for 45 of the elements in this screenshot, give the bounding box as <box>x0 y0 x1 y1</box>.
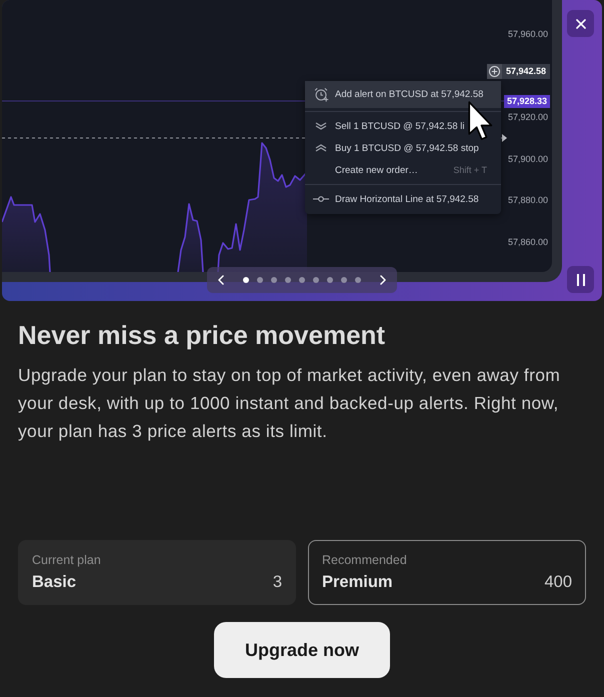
add-icon[interactable] <box>486 64 502 79</box>
page-dot[interactable] <box>243 277 249 283</box>
menu-item[interactable]: Add alert on BTCUSD at 57,942.58 <box>305 81 501 108</box>
page-dot[interactable] <box>327 277 333 283</box>
menu-item[interactable]: Sell 1 BTCUSD @ 57,942.58 li <box>305 115 501 137</box>
plan-name: Basic <box>32 572 76 593</box>
horizontal-line-icon <box>313 196 329 202</box>
price-label: 57,920.00 <box>506 111 549 124</box>
pointer-icon <box>468 101 494 141</box>
upgrade-button[interactable]: Upgrade now <box>214 622 390 678</box>
last-price-label: 57,928.33 <box>504 95 550 108</box>
pause-button[interactable] <box>567 266 594 293</box>
close-icon <box>576 18 586 28</box>
page-dot[interactable] <box>341 277 347 283</box>
chevron-left-icon <box>218 275 224 285</box>
close-button[interactable] <box>567 10 594 37</box>
title: Never miss a price movement <box>18 319 386 351</box>
price-label: 57,960.00 <box>506 28 549 41</box>
description: Upgrade your plan to stay on top of market activity, even away from your desk, with up to 1000 instant and backed-up alerts. Right now, your plan has 3 price alerts as its limit. <box>18 364 562 443</box>
double-chevron-down-icon <box>315 122 327 130</box>
price-label: 57,860.00 <box>506 236 549 249</box>
page-dot[interactable] <box>313 277 319 283</box>
plan-label: Recommended <box>322 553 407 568</box>
alarm-clock-plus-icon <box>314 87 328 102</box>
shortcut-label: Shift + T <box>453 165 487 175</box>
plan-label: Current plan <box>32 553 101 568</box>
alert-count: 3 <box>272 572 282 593</box>
previous-button[interactable] <box>216 275 226 285</box>
menu-item[interactable]: Draw Horizontal Line at 57,942.58 <box>305 188 501 210</box>
price-label: 57,900.00 <box>506 153 549 166</box>
next-button[interactable] <box>378 275 388 285</box>
page-dot[interactable] <box>257 277 263 283</box>
menu-item[interactable]: Create new order… Shift + T <box>305 159 501 181</box>
pause-icon <box>576 274 586 286</box>
page-dot[interactable] <box>285 277 291 283</box>
double-chevron-up-icon <box>315 144 327 152</box>
page-dot[interactable] <box>271 277 277 283</box>
chevron-right-icon <box>380 275 386 285</box>
menu-item[interactable]: Buy 1 BTCUSD @ 57,942.58 stop <box>305 137 501 159</box>
page-dot[interactable] <box>299 277 305 283</box>
plan-name: Premium <box>322 572 393 593</box>
page-dot[interactable] <box>355 277 361 283</box>
crosshair-price-label: 57,942.58 <box>502 64 550 79</box>
price-label: 57,880.00 <box>506 194 549 207</box>
alert-count: 400 <box>544 572 572 593</box>
